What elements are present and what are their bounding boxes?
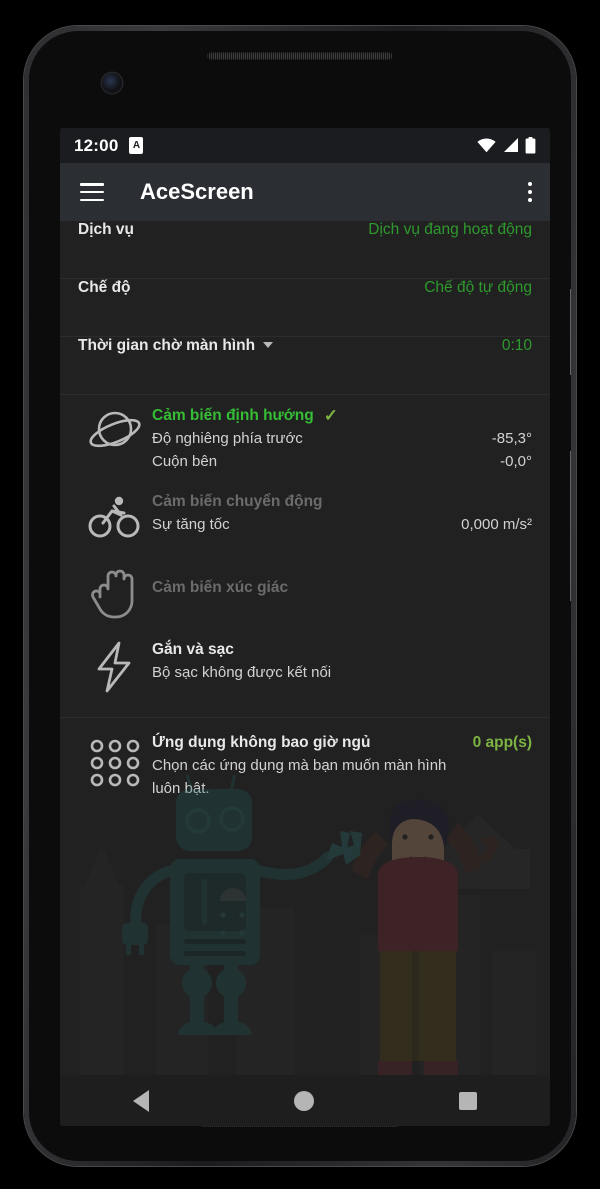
battery-icon [525, 137, 536, 154]
nav-recents-icon[interactable] [459, 1091, 478, 1110]
overflow-menu-icon[interactable] [528, 182, 532, 202]
wifi-icon [477, 138, 496, 153]
sensor-reading-label: Sự tăng tốc [152, 516, 230, 533]
sensor-reading-label: Cuộn bên [152, 453, 218, 470]
sensor-row-touch[interactable]: Cảm biến xúc giác [60, 551, 550, 627]
never-sleep-apps-count: 0 app(s) [472, 734, 532, 751]
app-toolbar: AceScreen [60, 163, 550, 221]
never-sleep-apps-description: Chọn các ứng dụng mà bạn muốn màn hình l… [152, 757, 447, 797]
sensor-reading-value: -0,0° [500, 453, 532, 470]
sensor-status-check-icon: ✓ [323, 406, 338, 425]
sensor-title: Cảm biến xúc giác [152, 579, 289, 596]
alarm-badge-icon: A [129, 137, 144, 154]
sensor-title: Cảm biến định hướng [152, 407, 314, 424]
preference-label: Dịch vụ [78, 221, 134, 238]
app-grid-icon [78, 732, 152, 800]
never-sleep-apps-row[interactable]: Ứng dụng không bao giờ ngủ 0 app(s) Chọn… [60, 718, 550, 808]
volume-button[interactable] [570, 451, 571, 601]
preference-row-mode[interactable]: Chế độ Chế độ tự động [60, 279, 550, 336]
cellular-signal-icon [504, 138, 518, 152]
phone-device-frame: 12:00 A AceScreen Dịch vụ Dịch vụ đang h… [24, 26, 576, 1166]
front-camera [102, 73, 122, 93]
android-navigation-bar [60, 1075, 550, 1126]
person-illustration [342, 799, 500, 1075]
hamburger-menu-icon[interactable] [80, 183, 104, 201]
power-button[interactable] [570, 289, 571, 375]
sensor-reading-value: -85,3° [491, 430, 532, 447]
sensor-reading-label: Bộ sạc không được kết nối [152, 664, 332, 681]
sensor-title: Cảm biến chuyển động [152, 493, 323, 510]
robot-illustration [122, 775, 350, 1035]
status-bar-icons [477, 137, 536, 154]
background-illustration [80, 775, 536, 1075]
sensor-reading-row: Sự tăng tốc 0,000 m/s² [152, 513, 532, 536]
preference-row-service[interactable]: Dịch vụ Dịch vụ đang hoạt động [60, 221, 550, 278]
phone-screen: 12:00 A AceScreen Dịch vụ Dịch vụ đang h… [60, 128, 550, 1126]
planet-icon [78, 405, 152, 473]
earpiece-speaker [207, 52, 393, 60]
main-content: Dịch vụ Dịch vụ đang hoạt động Chế độ Ch… [60, 221, 550, 1075]
preference-value: 0:10 [501, 337, 532, 354]
sensor-reading-value: 0,000 m/s² [461, 516, 532, 533]
preference-value: Dịch vụ đang hoạt động [368, 221, 532, 238]
preference-value: Chế độ tự động [424, 279, 532, 296]
nav-home-icon[interactable] [293, 1090, 314, 1111]
preference-label: Thời gian chờ màn hình [78, 337, 256, 354]
sensor-reading-row: Cuộn bên -0,0° [152, 450, 532, 473]
page-title: AceScreen [140, 179, 254, 204]
chevron-down-icon[interactable] [263, 342, 274, 348]
never-sleep-apps-title: Ứng dụng không bao giờ ngủ [152, 734, 371, 751]
status-bar: 12:00 A [60, 128, 550, 163]
sensor-row-charging[interactable]: Gắn và sạc Bộ sạc không được kết nối [60, 627, 550, 701]
sensor-row-motion[interactable]: Cảm biến chuyển động Sự tăng tốc 0,000 m… [60, 481, 550, 551]
hand-icon [78, 565, 152, 619]
nav-back-icon[interactable] [132, 1089, 149, 1112]
bicycle-icon [78, 491, 152, 543]
sensor-reading-row: Độ nghiêng phía trước -85,3° [152, 427, 532, 450]
sensor-row-orientation[interactable]: Cảm biến định hướng ✓ Độ nghiêng phía tr… [60, 395, 550, 481]
preference-row-screen-timeout[interactable]: Thời gian chờ màn hình 0:10 [60, 337, 550, 394]
preference-label: Chế độ [78, 279, 131, 296]
sensor-reading-label: Độ nghiêng phía trước [152, 430, 303, 447]
phone-bezel: 12:00 A AceScreen Dịch vụ Dịch vụ đang h… [29, 31, 571, 1161]
lightning-bolt-icon [78, 639, 152, 693]
sensor-title: Gắn và sạc [152, 641, 234, 658]
sensor-reading-row: Bộ sạc không được kết nối [152, 661, 532, 684]
status-bar-clock: 12:00 [74, 135, 119, 155]
